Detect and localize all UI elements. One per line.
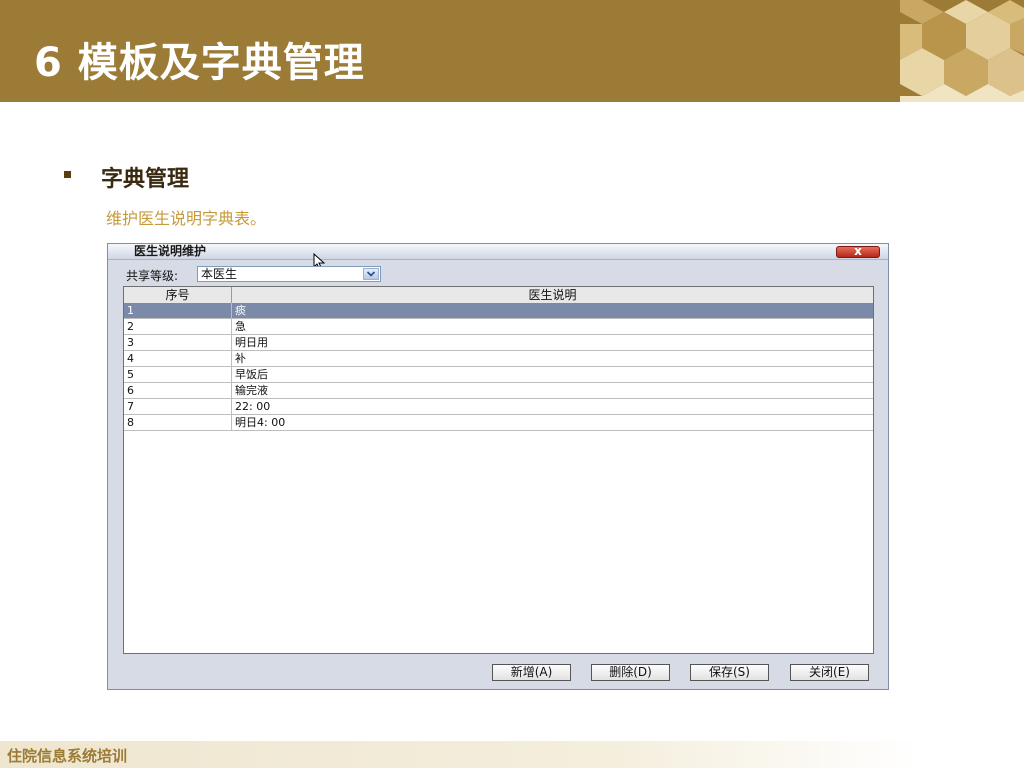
share-level-label: 共享等级:	[126, 269, 179, 283]
table-row[interactable]: 6 输完液	[124, 383, 873, 399]
save-button[interactable]: 保存(S)	[690, 664, 769, 681]
share-level-select[interactable]: 本医生	[197, 266, 381, 282]
add-button[interactable]: 新增(A)	[492, 664, 571, 681]
chevron-down-icon	[367, 271, 375, 277]
table-row[interactable]: 7 22: 00	[124, 399, 873, 415]
slide-header: 6 模板及字典管理	[0, 0, 1024, 102]
row-number: 2	[124, 319, 232, 334]
row-note: 输完液	[235, 384, 268, 397]
table-row[interactable]: 8 明日4: 00	[124, 415, 873, 431]
row-note: 痰	[235, 304, 246, 317]
dialog-titlebar[interactable]: 医生说明维护 x	[108, 244, 888, 260]
row-note: 明日用	[235, 336, 268, 349]
table-row[interactable]: 5 早饭后	[124, 367, 873, 383]
column-header-number[interactable]: 序号	[124, 287, 232, 303]
row-number: 7	[124, 399, 232, 414]
table-header: 序号 医生说明	[124, 287, 873, 304]
close-button[interactable]: 关闭(E)	[790, 664, 869, 681]
delete-button[interactable]: 删除(D)	[591, 664, 670, 681]
row-note: 早饭后	[235, 368, 268, 381]
row-note: 22: 00	[235, 400, 271, 413]
doctor-note-dialog: 医生说明维护 x 共享等级: 本医生 序号 医生说明 1痰 2急 3 明日用 4补…	[107, 243, 889, 690]
slide-title: 6 模板及字典管理	[34, 40, 365, 86]
dialog-title: 医生说明维护	[134, 244, 207, 258]
column-header-note[interactable]: 医生说明	[232, 287, 873, 303]
footer-text: 住院信息系统培训	[7, 747, 128, 765]
table-row[interactable]: 1痰	[124, 303, 873, 319]
dropdown-arrow-button[interactable]	[363, 268, 379, 280]
row-number: 3	[124, 335, 232, 350]
cube-pattern-decoration	[900, 0, 1024, 102]
row-note: 急	[235, 320, 246, 333]
section-description: 维护医生说明字典表。	[106, 209, 267, 228]
row-note: 明日4: 00	[235, 416, 286, 429]
table-row[interactable]: 4补	[124, 351, 873, 367]
slide-footer: 住院信息系统培训	[0, 741, 1024, 768]
row-number: 4	[124, 351, 232, 366]
table-row[interactable]: 3 明日用	[124, 335, 873, 351]
bullet-icon	[64, 171, 71, 178]
row-number: 6	[124, 383, 232, 398]
row-number: 8	[124, 415, 232, 430]
doctor-note-table: 序号 医生说明 1痰 2急 3 明日用 4补 5 早饭后 6 输完液 7 22: 00 …	[123, 286, 874, 654]
close-window-button[interactable]: x	[836, 244, 880, 258]
section-title: 字典管理	[101, 167, 190, 192]
table-row[interactable]: 2急	[124, 319, 873, 335]
share-level-value: 本医生	[201, 267, 238, 281]
row-note: 补	[235, 352, 246, 365]
row-number: 1	[124, 303, 232, 318]
row-number: 5	[124, 367, 232, 382]
close-icon: x	[854, 244, 862, 258]
